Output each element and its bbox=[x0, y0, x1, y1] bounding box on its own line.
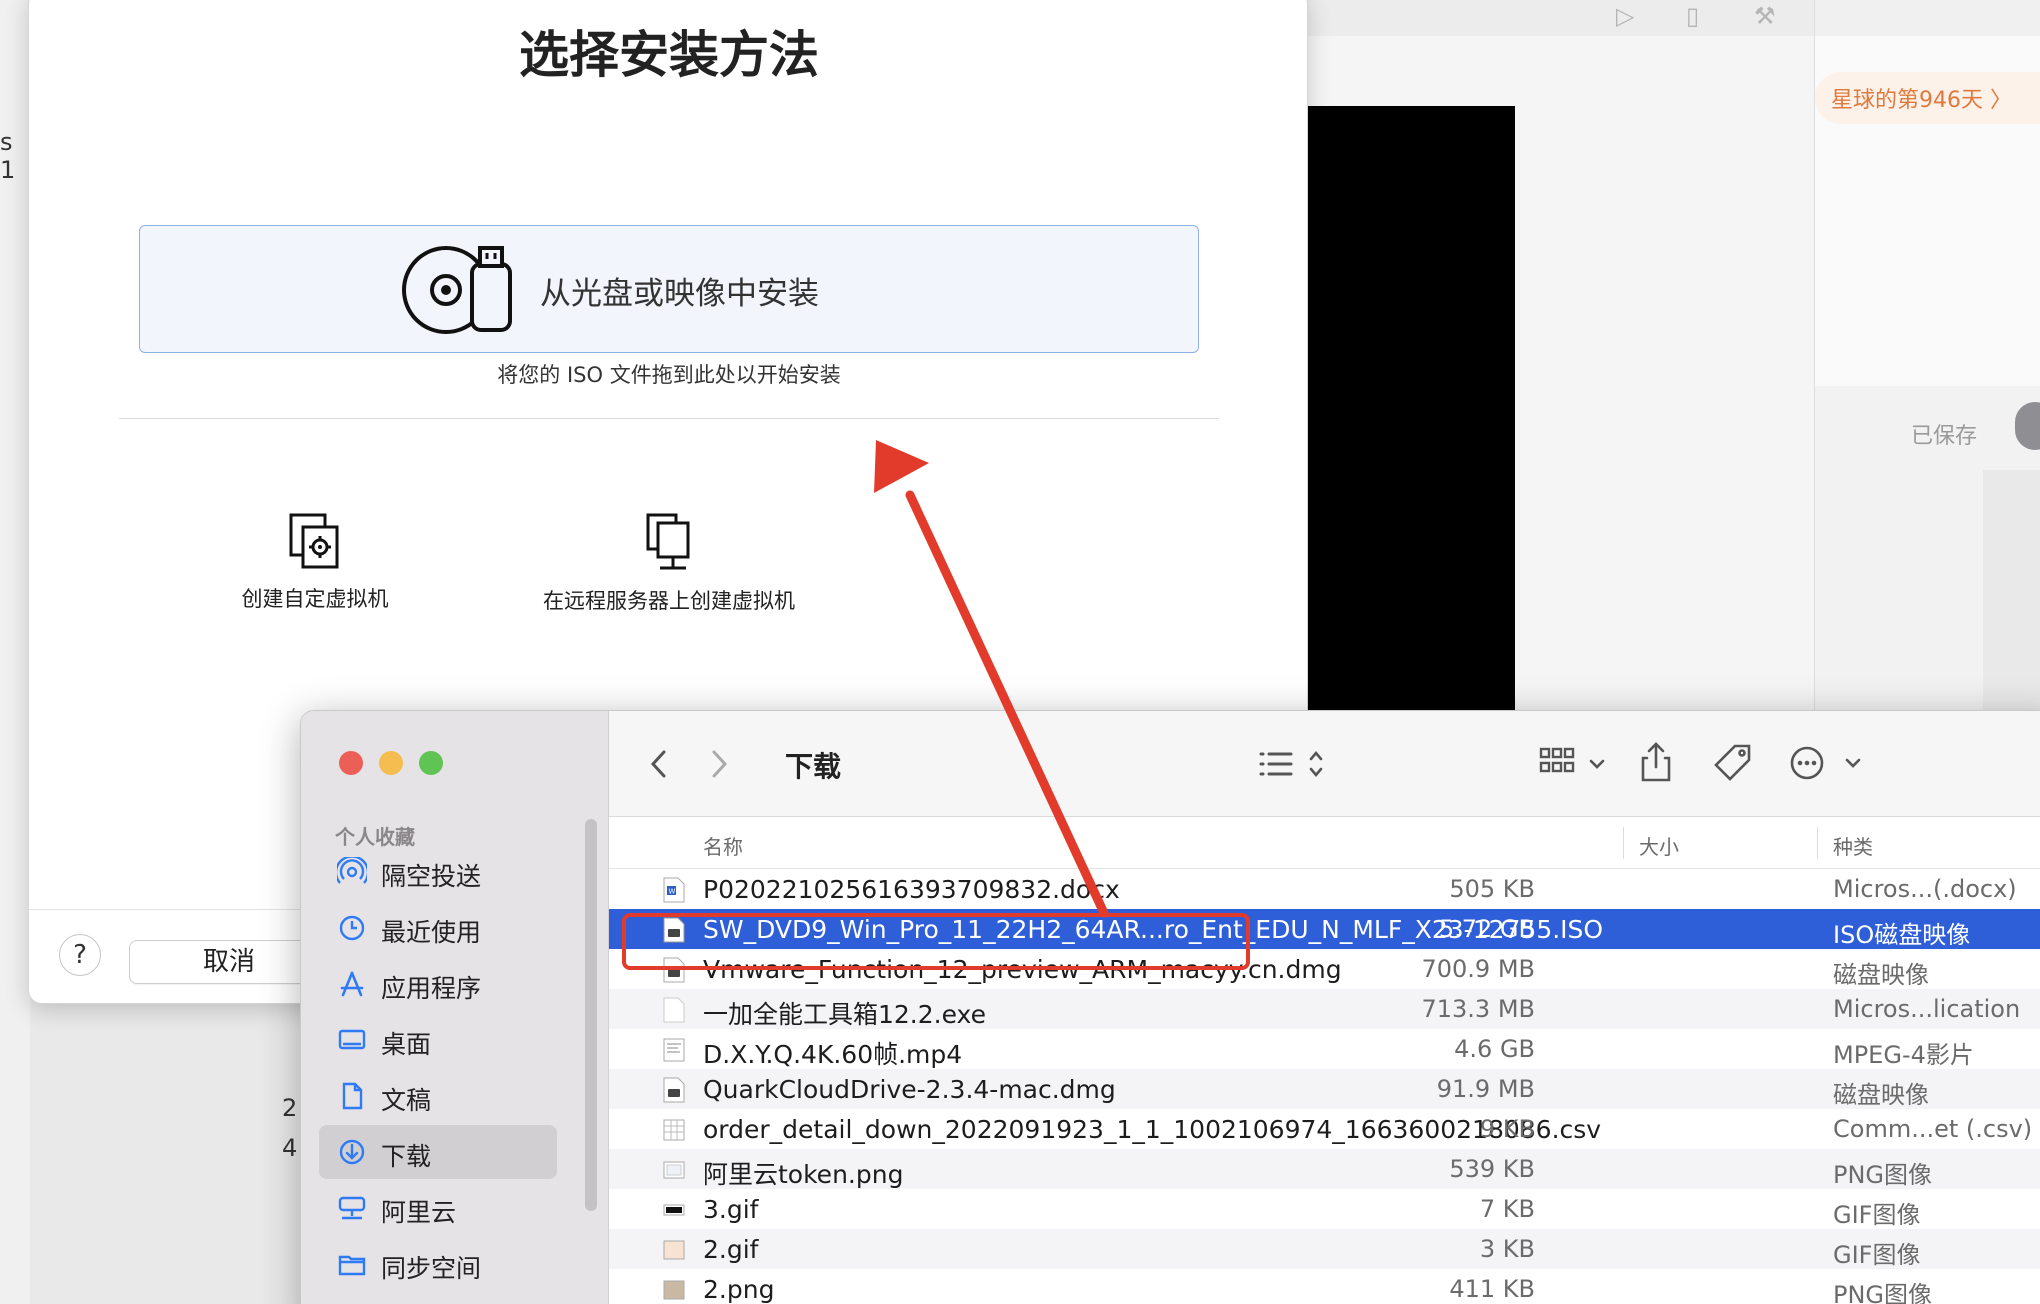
drag-arrow-annotation bbox=[874, 440, 1109, 918]
